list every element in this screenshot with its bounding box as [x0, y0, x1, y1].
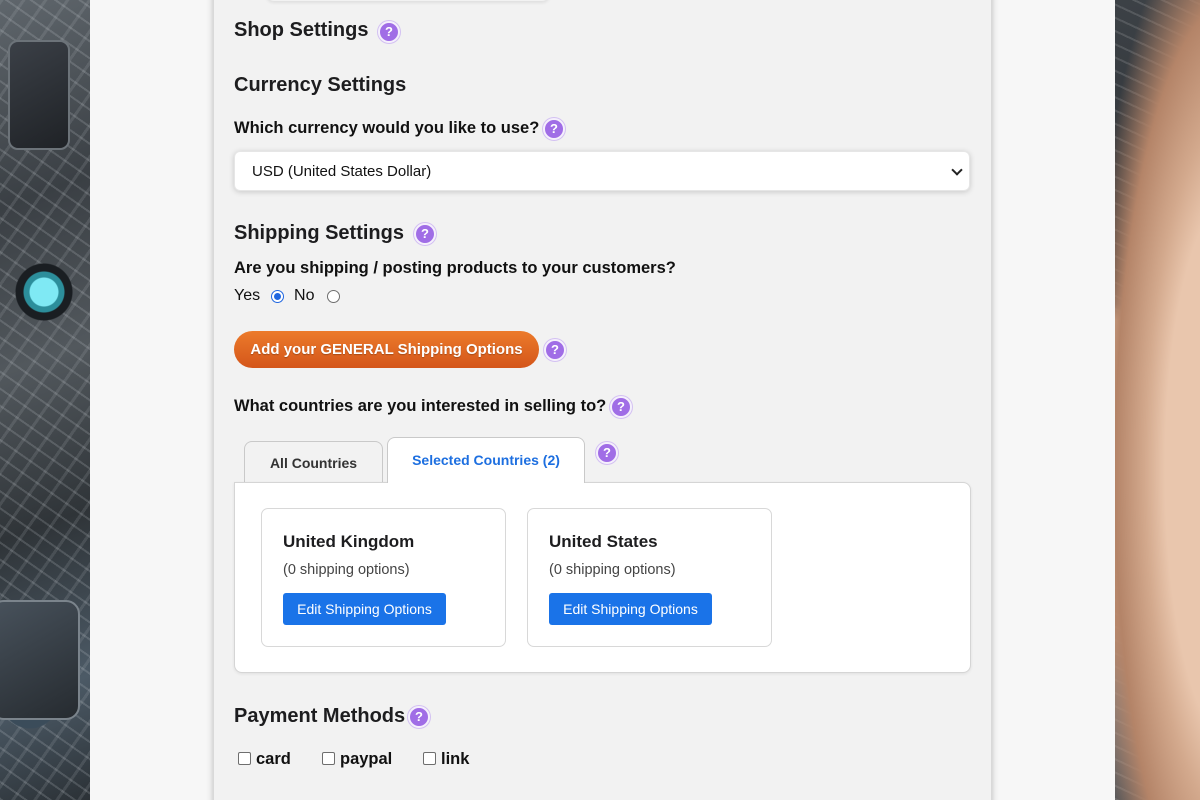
- link-checkbox[interactable]: [423, 752, 436, 766]
- payment-option-paypal: paypal: [322, 750, 392, 769]
- country-shipping-count: (0 shipping options): [549, 562, 676, 578]
- radio-no[interactable]: [326, 289, 340, 303]
- background-chip-shape: [0, 600, 80, 720]
- help-icon[interactable]: ?: [596, 442, 618, 464]
- tab-selected-countries[interactable]: Selected Countries (2): [387, 437, 585, 483]
- payment-option-label: card: [256, 750, 291, 768]
- help-icon[interactable]: ?: [378, 21, 400, 43]
- chevron-down-icon: [951, 164, 963, 176]
- country-card-united-states: United States (0 shipping options) Edit …: [527, 508, 772, 647]
- shipping-settings-heading: Shipping Settings: [234, 222, 404, 244]
- country-shipping-count: (0 shipping options): [283, 562, 410, 578]
- help-icon[interactable]: ?: [414, 223, 436, 245]
- currency-question: Which currency would you like to use?: [234, 119, 540, 137]
- payment-option-label: link: [441, 750, 470, 768]
- payment-option-link: link: [423, 750, 469, 769]
- edit-shipping-options-button[interactable]: Edit Shipping Options: [549, 593, 712, 625]
- radio-yes[interactable]: [270, 289, 284, 303]
- add-general-shipping-button[interactable]: Add your GENERAL Shipping Options: [234, 331, 539, 368]
- tab-all-countries[interactable]: All Countries: [244, 441, 383, 483]
- help-icon[interactable]: ?: [610, 396, 632, 418]
- card-checkbox[interactable]: [238, 752, 251, 766]
- shipping-radio-group: Yes No: [234, 287, 340, 305]
- payment-option-card: card: [238, 750, 291, 769]
- shop-settings-heading: Shop Settings: [234, 19, 369, 41]
- help-icon[interactable]: ?: [544, 339, 566, 361]
- help-icon[interactable]: ?: [543, 118, 565, 140]
- edit-shipping-options-button[interactable]: Edit Shipping Options: [283, 593, 446, 625]
- payment-option-label: paypal: [340, 750, 393, 768]
- currency-select[interactable]: USD (United States Dollar): [234, 151, 970, 191]
- radio-no-label: No: [294, 287, 315, 304]
- country-name: United States: [549, 532, 658, 551]
- shipping-question: Are you shipping / posting products to y…: [234, 259, 676, 277]
- country-name: United Kingdom: [283, 532, 415, 551]
- help-icon[interactable]: ?: [408, 706, 430, 728]
- payment-methods-heading: Payment Methods: [234, 705, 406, 727]
- paypal-checkbox[interactable]: [322, 752, 335, 766]
- currency-settings-heading: Currency Settings: [234, 74, 407, 96]
- currency-select-value: USD (United States Dollar): [252, 163, 432, 180]
- background-circuit-image: [0, 0, 90, 800]
- background-chip-shape: [8, 40, 70, 150]
- card-top-edge: [266, 0, 550, 1]
- background-hand-image: [1115, 0, 1200, 800]
- radio-yes-label: Yes: [234, 287, 261, 304]
- country-card-united-kingdom: United Kingdom (0 shipping options) Edit…: [261, 508, 506, 647]
- countries-question: What countries are you interested in sel…: [234, 397, 607, 415]
